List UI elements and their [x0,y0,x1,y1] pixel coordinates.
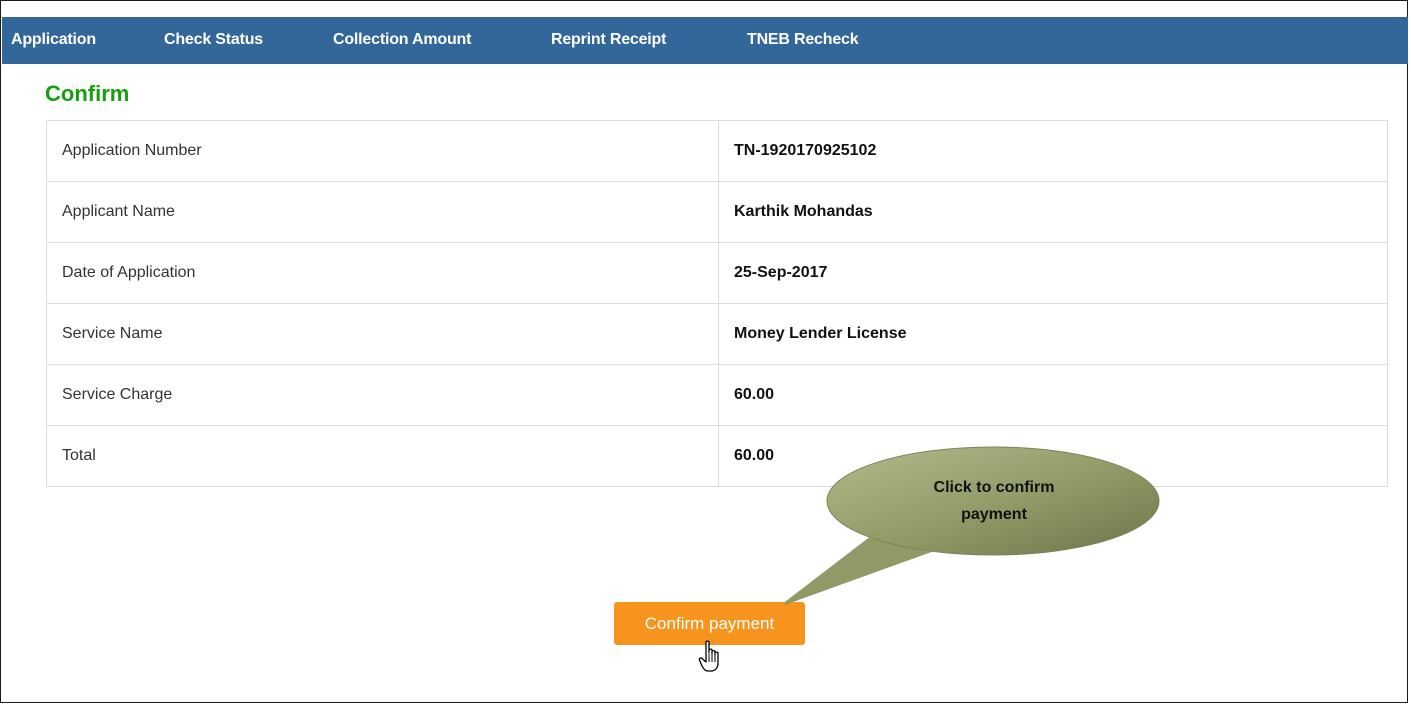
callout-text: Click to confirm payment [860,474,1128,528]
application-details-table: Application Number TN-1920170925102 Appl… [46,120,1388,487]
application-number-label: Application Number [46,120,719,182]
applicant-name-label: Applicant Name [46,181,719,243]
table-row: Date of Application 25-Sep-2017 [46,242,1388,304]
application-number-value: TN-1920170925102 [718,120,1388,182]
confirm-payment-button[interactable]: Confirm payment [614,602,805,645]
table-row: Service Name Money Lender License [46,303,1388,365]
applicant-name-value: Karthik Mohandas [718,181,1388,243]
callout-line-2: payment [961,506,1027,523]
top-navigation-bar: Application Check Status Collection Amou… [2,17,1408,64]
table-row: Service Charge 60.00 [46,364,1388,426]
nav-item-application[interactable]: Application [11,31,96,49]
nav-item-check-status[interactable]: Check Status [164,31,263,49]
app-window: Application Check Status Collection Amou… [0,0,1408,703]
date-of-application-value: 25-Sep-2017 [718,242,1388,304]
nav-item-reprint-receipt[interactable]: Reprint Receipt [551,31,666,49]
nav-item-collection-amount[interactable]: Collection Amount [333,31,471,49]
table-row: Total 60.00 [46,425,1388,487]
service-name-value: Money Lender License [718,303,1388,365]
service-charge-label: Service Charge [46,364,719,426]
table-row: Application Number TN-1920170925102 [46,120,1388,182]
service-name-label: Service Name [46,303,719,365]
page-title: Confirm [45,81,130,106]
total-label: Total [46,425,719,487]
date-of-application-label: Date of Application [46,242,719,304]
nav-item-tneb-recheck[interactable]: TNEB Recheck [747,31,859,49]
table-row: Applicant Name Karthik Mohandas [46,181,1388,243]
service-charge-value: 60.00 [718,364,1388,426]
callout-line-1: Click to confirm [933,479,1055,496]
hand-pointer-icon [698,640,719,672]
